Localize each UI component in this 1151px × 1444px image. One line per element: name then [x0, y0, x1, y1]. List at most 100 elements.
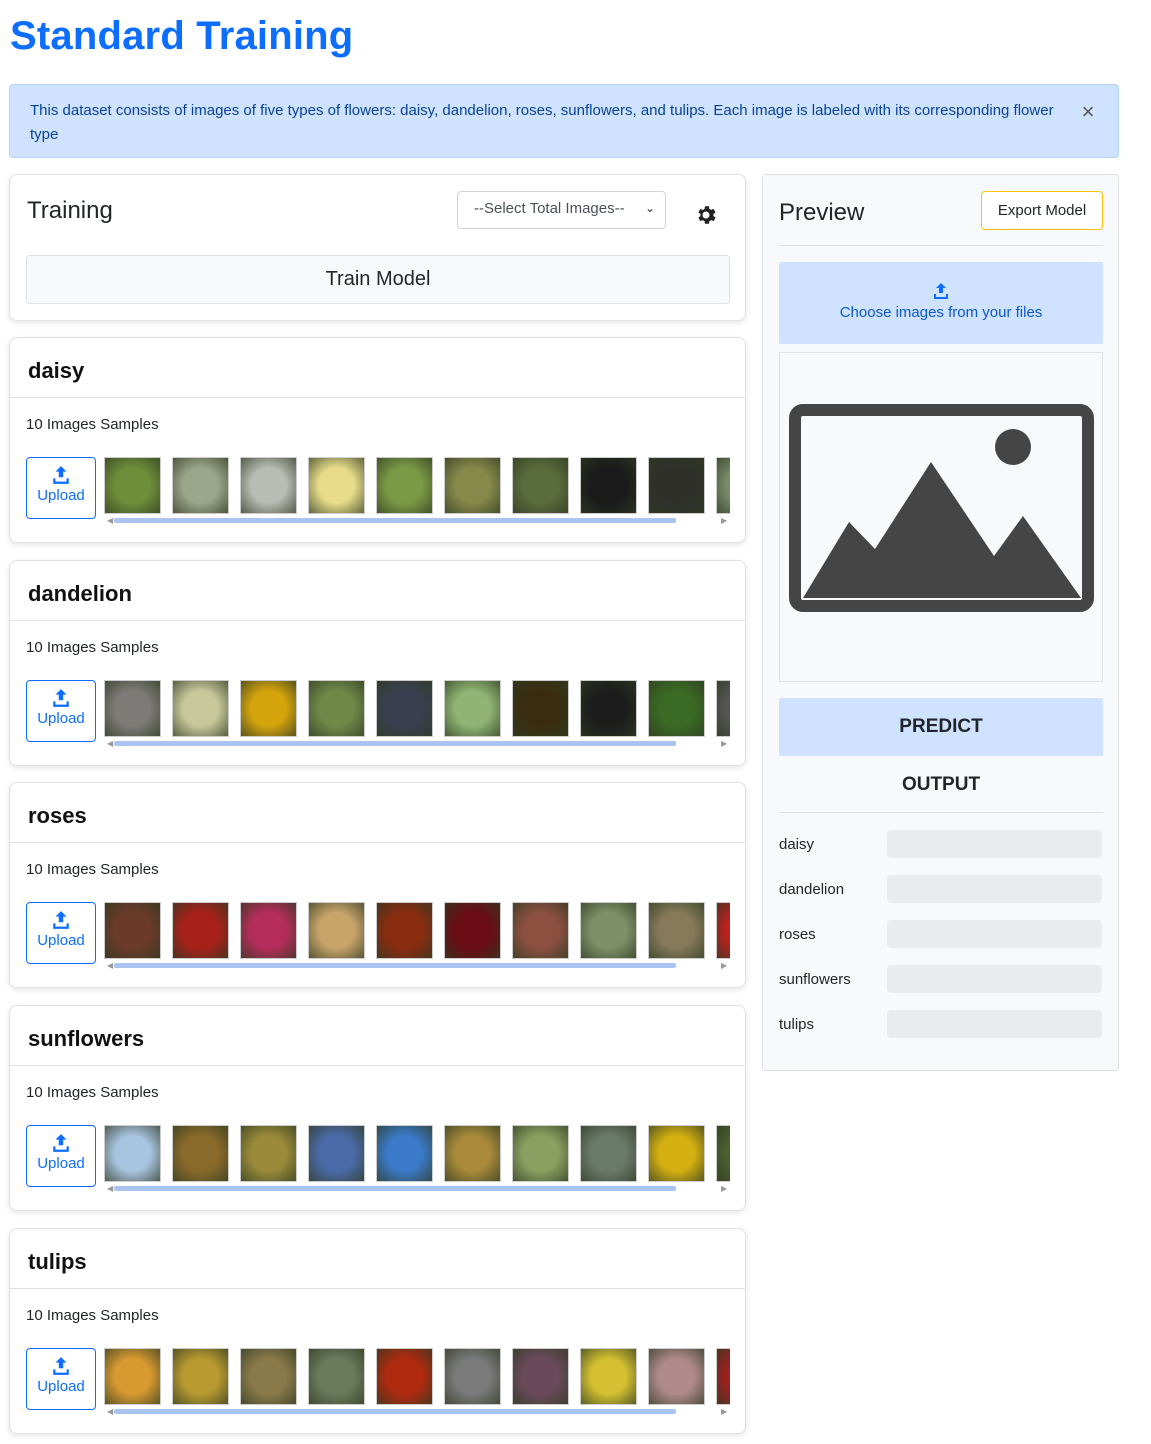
sample-thumbnail[interactable]: [104, 1125, 161, 1182]
sample-thumbnail[interactable]: [308, 1348, 365, 1405]
sample-thumbnail[interactable]: [716, 680, 730, 737]
sample-thumbnail[interactable]: [580, 1348, 637, 1405]
sample-thumbnail[interactable]: [512, 1125, 569, 1182]
sample-thumbnail[interactable]: [240, 457, 297, 514]
sample-thumbnail[interactable]: [444, 1125, 501, 1182]
sample-thumbnail[interactable]: [716, 1125, 730, 1182]
predict-button[interactable]: PREDICT: [779, 698, 1103, 756]
upload-button[interactable]: Upload: [26, 1125, 96, 1187]
sample-thumbnail[interactable]: [512, 902, 569, 959]
thumbnail-strip[interactable]: [104, 1348, 730, 1406]
upload-button[interactable]: Upload: [26, 680, 96, 742]
sample-thumbnail[interactable]: [308, 902, 365, 959]
sample-thumbnail[interactable]: [376, 457, 433, 514]
scroll-right-arrow[interactable]: ▶: [721, 1407, 727, 1416]
sample-thumbnail[interactable]: [512, 1348, 569, 1405]
output-label: daisy: [779, 836, 815, 853]
sample-thumbnail[interactable]: [376, 1125, 433, 1182]
sample-thumbnail[interactable]: [376, 902, 433, 959]
sample-thumbnail[interactable]: [512, 457, 569, 514]
horizontal-scrollbar[interactable]: [114, 1409, 676, 1414]
train-model-button[interactable]: Train Model: [26, 255, 730, 304]
sample-thumbnail[interactable]: [716, 1348, 730, 1405]
sample-thumbnail[interactable]: [512, 680, 569, 737]
export-model-button[interactable]: Export Model: [981, 191, 1103, 230]
sample-thumbnail[interactable]: [648, 1125, 705, 1182]
samples-label: 10 Images Samples: [26, 1307, 159, 1324]
upload-button[interactable]: Upload: [26, 1348, 96, 1410]
thumbnail-strip[interactable]: [104, 457, 730, 515]
sample-thumbnail[interactable]: [376, 1348, 433, 1405]
sample-thumbnail[interactable]: [580, 1125, 637, 1182]
sample-thumbnail[interactable]: [308, 457, 365, 514]
sample-thumbnail[interactable]: [104, 1348, 161, 1405]
total-images-select[interactable]: --Select Total Images-- ⌄: [457, 191, 666, 229]
sample-thumbnail[interactable]: [172, 1348, 229, 1405]
preview-title: Preview: [779, 199, 865, 226]
scroll-left-arrow[interactable]: ◀: [107, 1184, 113, 1193]
sample-thumbnail[interactable]: [172, 457, 229, 514]
upload-icon: [53, 689, 69, 707]
sample-thumbnail[interactable]: [580, 902, 637, 959]
sample-thumbnail[interactable]: [648, 902, 705, 959]
sample-thumbnail[interactable]: [104, 680, 161, 737]
horizontal-scrollbar[interactable]: [114, 741, 676, 746]
sample-thumbnail[interactable]: [444, 680, 501, 737]
sample-thumbnail[interactable]: [580, 457, 637, 514]
scroll-right-arrow[interactable]: ▶: [721, 1184, 727, 1193]
sample-thumbnail[interactable]: [648, 680, 705, 737]
sample-thumbnail[interactable]: [308, 1125, 365, 1182]
sample-thumbnail[interactable]: [716, 902, 730, 959]
sample-thumbnail[interactable]: [580, 680, 637, 737]
sample-thumbnail[interactable]: [444, 457, 501, 514]
class-card-daisy: daisy 10 Images Samples Upload ◀ ▶: [9, 337, 746, 543]
thumbnail-strip[interactable]: [104, 902, 730, 960]
upload-icon: [53, 1357, 69, 1375]
sample-thumbnail[interactable]: [240, 680, 297, 737]
thumbnail-strip[interactable]: [104, 1125, 730, 1183]
upload-button[interactable]: Upload: [26, 457, 96, 519]
sample-thumbnail[interactable]: [716, 457, 730, 514]
upload-label: Upload: [37, 932, 85, 949]
scroll-right-arrow[interactable]: ▶: [721, 516, 727, 525]
scroll-left-arrow[interactable]: ◀: [107, 1407, 113, 1416]
sample-thumbnail[interactable]: [172, 1125, 229, 1182]
scroll-right-arrow[interactable]: ▶: [721, 739, 727, 748]
sample-thumbnail[interactable]: [648, 457, 705, 514]
thumbnail-strip[interactable]: [104, 680, 730, 738]
output-row-dandelion: dandelion: [779, 875, 1103, 905]
horizontal-scrollbar[interactable]: [114, 1186, 676, 1191]
sample-thumbnail[interactable]: [648, 1348, 705, 1405]
scroll-left-arrow[interactable]: ◀: [107, 961, 113, 970]
upload-icon: [53, 911, 69, 929]
sample-thumbnail[interactable]: [240, 1348, 297, 1405]
sample-thumbnail[interactable]: [172, 902, 229, 959]
sample-thumbnail[interactable]: [444, 902, 501, 959]
sample-thumbnail[interactable]: [104, 902, 161, 959]
sample-thumbnail[interactable]: [240, 902, 297, 959]
gear-icon[interactable]: [694, 203, 718, 227]
samples-label: 10 Images Samples: [26, 639, 159, 656]
sample-thumbnail[interactable]: [444, 1348, 501, 1405]
class-header: sunflowers: [10, 1006, 745, 1066]
output-row-sunflowers: sunflowers: [779, 965, 1103, 995]
horizontal-scrollbar[interactable]: [114, 963, 676, 968]
scroll-left-arrow[interactable]: ◀: [107, 516, 113, 525]
sample-thumbnail[interactable]: [104, 457, 161, 514]
sample-thumbnail[interactable]: [172, 680, 229, 737]
sample-thumbnail[interactable]: [240, 1125, 297, 1182]
sample-thumbnail[interactable]: [308, 680, 365, 737]
choose-images-button[interactable]: Choose images from your files: [779, 262, 1103, 344]
upload-button[interactable]: Upload: [26, 902, 96, 964]
image-placeholder: [779, 352, 1103, 682]
class-header: dandelion: [10, 561, 745, 621]
scroll-right-arrow[interactable]: ▶: [721, 961, 727, 970]
image-placeholder-icon: [789, 404, 1094, 612]
scroll-left-arrow[interactable]: ◀: [107, 739, 113, 748]
output-label: tulips: [779, 1016, 815, 1033]
upload-icon: [53, 466, 69, 484]
close-icon[interactable]: ×: [1078, 101, 1098, 123]
sample-thumbnail[interactable]: [376, 680, 433, 737]
samples-label: 10 Images Samples: [26, 416, 159, 433]
horizontal-scrollbar[interactable]: [114, 518, 676, 523]
